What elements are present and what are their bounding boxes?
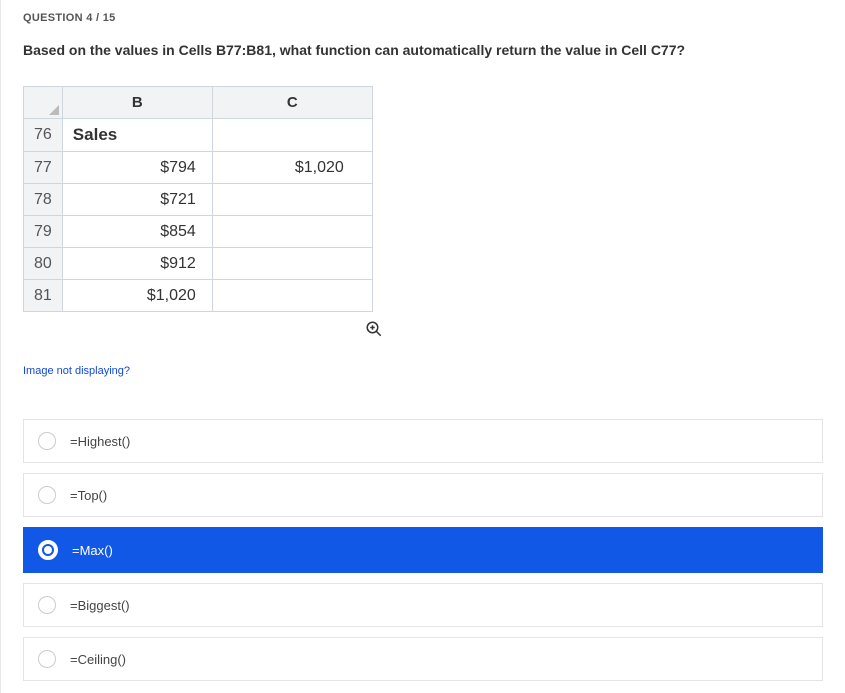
col-header-b: B (62, 87, 212, 119)
spreadsheet-table: B C 76Sales77$794$1,02078$72179$85480$91… (23, 86, 373, 312)
radio-icon (38, 540, 58, 560)
cell-b: $1,020 (62, 280, 212, 312)
answer-option[interactable]: =Ceiling() (23, 637, 823, 681)
answer-option[interactable]: =Highest() (23, 419, 823, 463)
option-label: =Biggest() (70, 598, 130, 613)
cell-c (212, 216, 372, 248)
row-header: 80 (24, 248, 63, 280)
spreadsheet-body: 76Sales77$794$1,02078$72179$85480$91281$… (24, 119, 373, 312)
question-text: Based on the values in Cells B77:B81, wh… (23, 42, 823, 58)
radio-icon (38, 596, 56, 614)
option-label: =Ceiling() (70, 652, 126, 667)
image-not-displaying-link[interactable]: Image not displaying? (23, 365, 130, 377)
row-header: 81 (24, 280, 63, 312)
col-header-c: C (212, 87, 372, 119)
answer-option[interactable]: =Max() (23, 527, 823, 573)
cell-c (212, 248, 372, 280)
cell-b: $721 (62, 184, 212, 216)
option-label: =Highest() (70, 434, 130, 449)
radio-icon (38, 650, 56, 668)
cell-b: $912 (62, 248, 212, 280)
answer-option[interactable]: =Top() (23, 473, 823, 517)
row-header: 79 (24, 216, 63, 248)
cell-b: $794 (62, 152, 212, 184)
answer-option[interactable]: =Biggest() (23, 583, 823, 627)
cell-c (212, 280, 372, 312)
cell-c (212, 184, 372, 216)
option-label: =Max() (72, 543, 113, 558)
row-header: 78 (24, 184, 63, 216)
spreadsheet-corner (24, 87, 63, 119)
radio-icon (38, 432, 56, 450)
magnify-icon[interactable] (365, 325, 383, 342)
row-header: 77 (24, 152, 63, 184)
row-header: 76 (24, 119, 63, 152)
option-label: =Top() (70, 488, 107, 503)
cell-c (212, 119, 372, 152)
cell-b: Sales (62, 119, 212, 152)
cell-c: $1,020 (212, 152, 372, 184)
question-number: QUESTION 4 / 15 (23, 12, 823, 24)
cell-b: $854 (62, 216, 212, 248)
answer-options: =Highest() =Top() =Max() =Biggest() =Ceiling… (23, 419, 823, 681)
radio-icon (38, 486, 56, 504)
